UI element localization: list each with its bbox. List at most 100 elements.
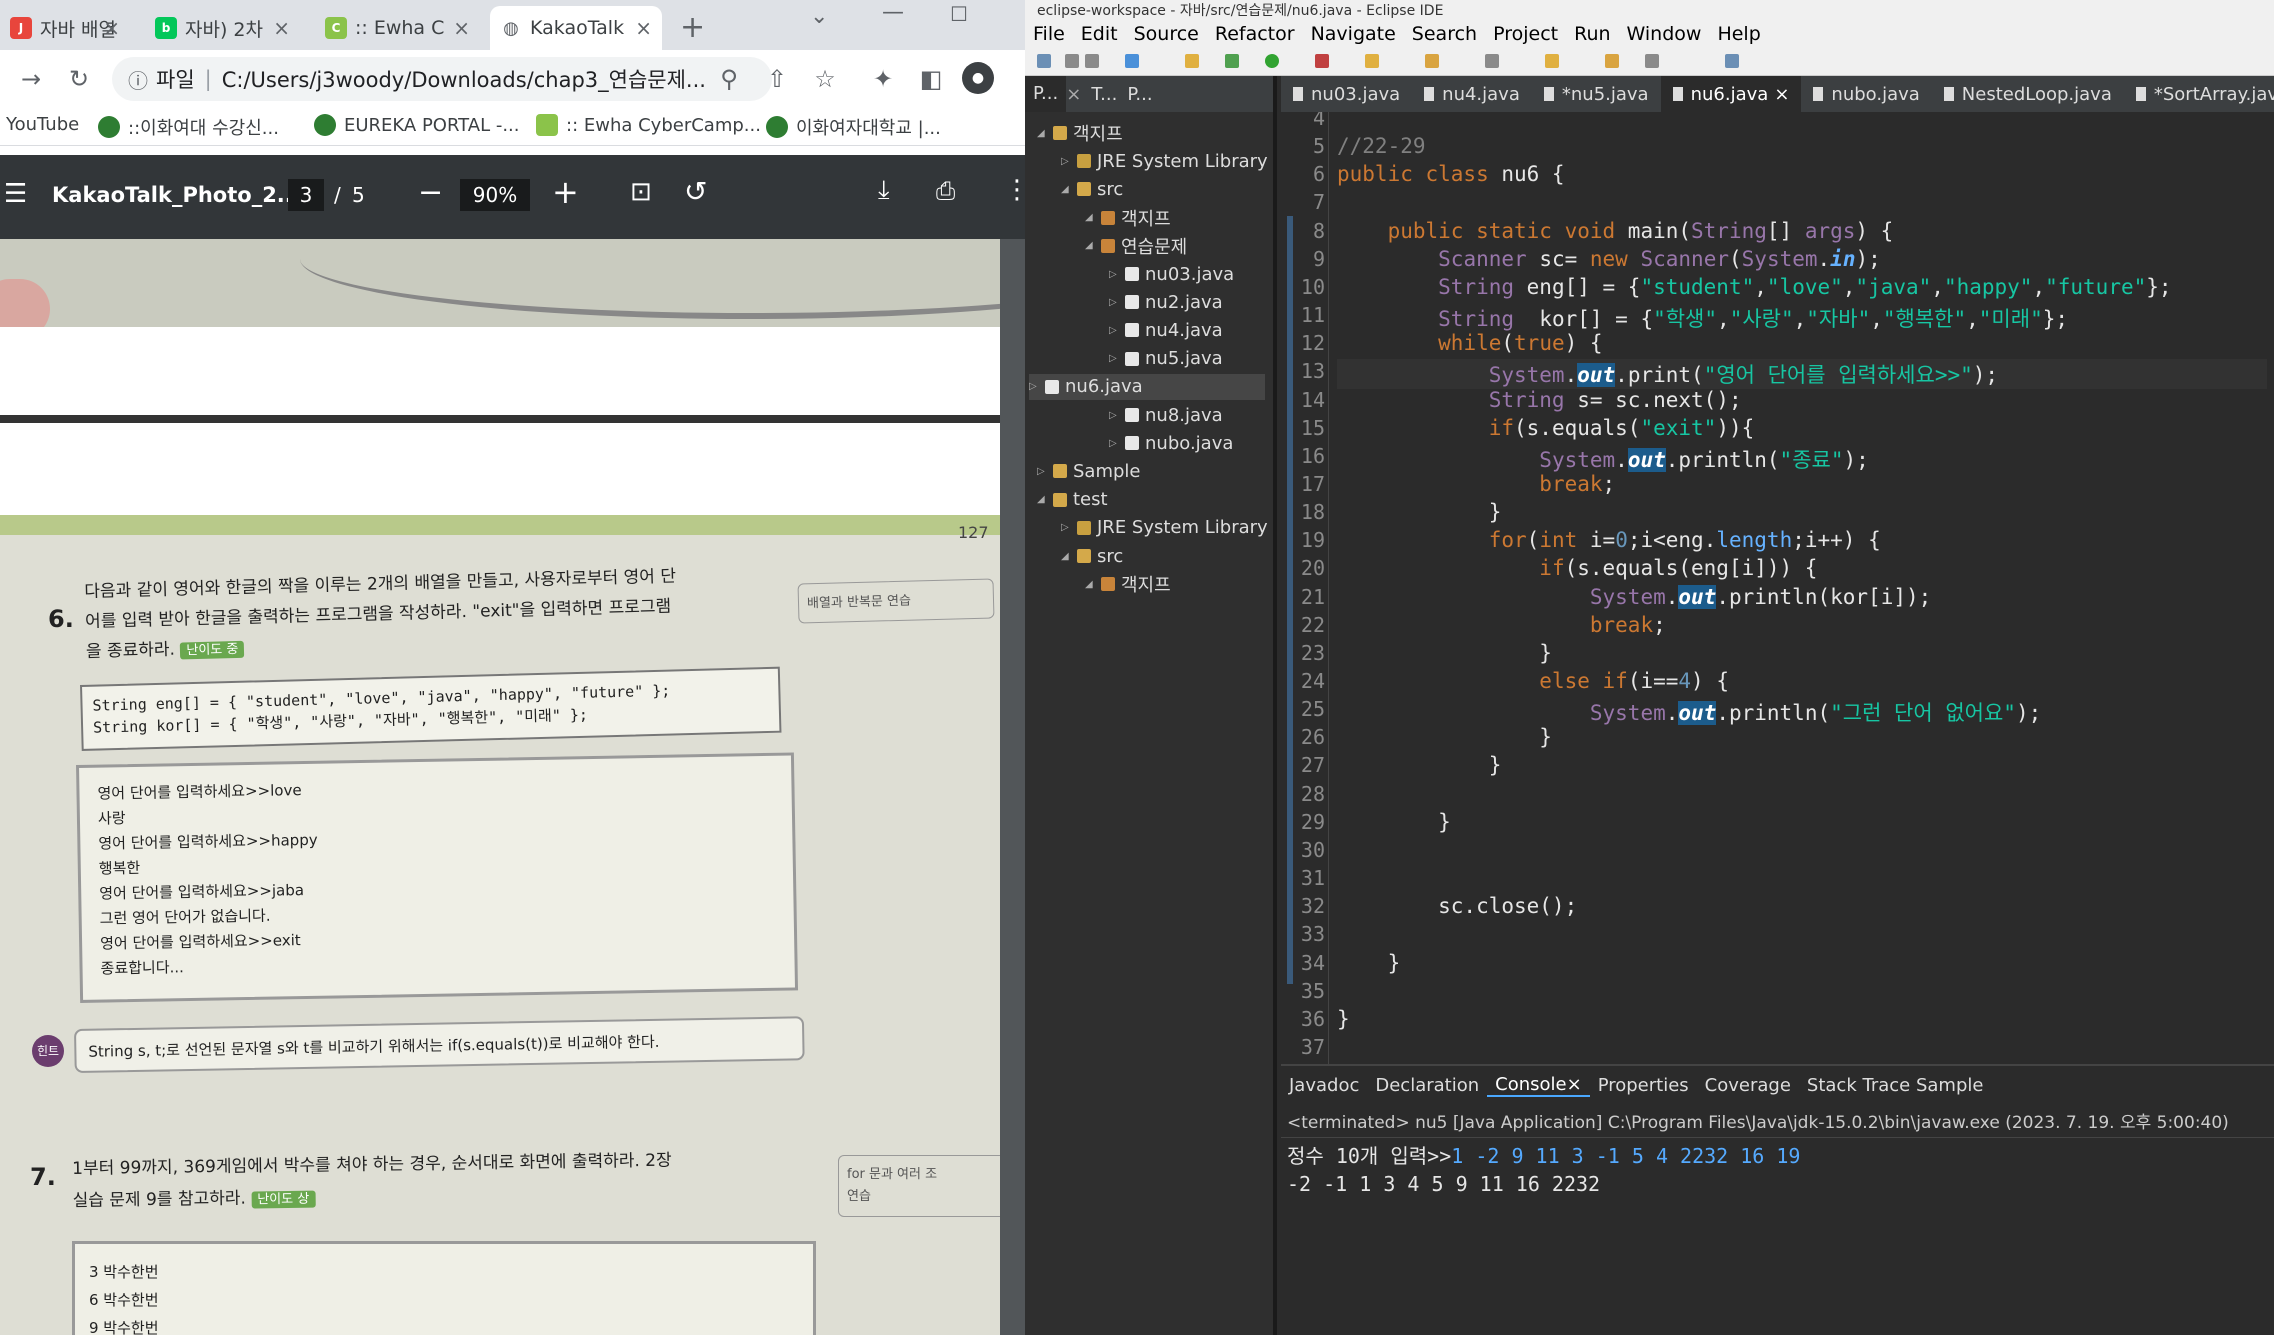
tree-item[interactable]: ▷ JRE System Library [jdk-15.0.2] [1061,515,1273,541]
browser-tab[interactable]: C :: Ewha C × [315,6,480,50]
code-line[interactable]: public static void main(String[] args) { [1337,219,1894,243]
expand-icon[interactable]: ▷ [1037,466,1047,477]
save-all-icon[interactable] [1085,54,1099,68]
expand-icon[interactable]: ▷ [1109,438,1119,449]
tree-item[interactable]: ▷ nu6.java [1029,373,1265,400]
zoom-input[interactable]: 90% [460,179,530,211]
chevron-down-icon[interactable]: ⌄ [810,4,828,29]
tab-project-explorer[interactable]: P... [1127,84,1152,105]
code-line[interactable]: if(s.equals(eng[i])) { [1337,556,1817,580]
code-line[interactable]: if(s.equals("exit")){ [1337,416,1755,440]
menu-edit[interactable]: Edit [1081,23,1118,45]
back-arrow-icon[interactable]: → [14,62,48,96]
tree-item[interactable]: ▷ nu5.java [1109,346,1223,372]
close-icon[interactable]: × [273,16,290,40]
extensions-icon[interactable]: ✦ [866,62,900,96]
star-icon[interactable]: ☆ [808,62,842,96]
zoom-out-button[interactable]: − [418,175,443,210]
page-input[interactable]: 3 [288,179,324,211]
code-editor[interactable]: 4 5 6 7 8 9 10 11 12 13 14 15 16 17 18 19 20 21 22 23 24 25 26… [1281,112,2274,1064]
profile-avatar[interactable]: ● [962,62,994,94]
reload-icon[interactable]: ↻ [62,62,96,96]
expand-icon[interactable]: ◢ [1037,494,1047,505]
editor-tab[interactable]: *SortArray.java [2124,76,2274,112]
code-line[interactable]: } [1337,500,1502,524]
editor-tab[interactable]: nu4.java [1412,76,1532,112]
browser-tab[interactable]: b 자바) 2차 × [145,6,300,50]
tree-item[interactable]: ◢ 객지프 [1085,205,1171,231]
forward-icon[interactable] [1645,54,1659,68]
tab-package-explorer[interactable]: P... [1025,76,1067,112]
code-line[interactable]: public class nu6 { [1337,162,1565,186]
search-icon[interactable] [1485,54,1499,68]
tree-item[interactable]: ◢ 연습문제 [1085,233,1187,259]
fit-page-icon[interactable]: ⊡ [630,177,652,207]
bookmark-ewha-course[interactable]: ::이화여대 수강신... [98,114,279,140]
close-icon[interactable]: × [1567,1074,1582,1095]
annotation-icon[interactable] [1545,54,1559,68]
expand-icon[interactable]: ◢ [1085,212,1095,223]
code-line[interactable]: System.out.println("종료"); [1337,444,1869,474]
menu-run[interactable]: Run [1574,23,1610,45]
code-line[interactable]: for(int i=0;i<eng.length;i++) { [1337,528,1881,552]
menu-window[interactable]: Window [1627,23,1702,45]
minimize-icon[interactable]: — [882,0,904,25]
tree-item[interactable]: ◢ 객지프 [1085,571,1171,597]
download-icon[interactable]: ⤓ [878,175,890,206]
more-options-icon[interactable]: ⋮ [1004,175,1025,205]
code-line[interactable]: while(true) { [1337,331,1602,355]
run-icon[interactable] [1265,54,1279,68]
code-line[interactable]: String eng[] = {"student","love","java",… [1337,275,2171,299]
browser-tab[interactable]: J 자바 배열 × [0,6,130,50]
share-icon[interactable]: ⇧ [760,62,794,96]
bookmark-cybercampus[interactable]: :: Ewha CyberCamp... [536,114,761,136]
console-output[interactable]: 정수 10개 입력>>1 -2 9 11 3 -1 5 4 2232 16 19… [1281,1138,2274,1202]
back-icon[interactable] [1605,54,1619,68]
tree-item[interactable]: ◢ src [1061,176,1123,202]
tree-item[interactable]: ▷ nu8.java [1109,402,1223,428]
zoom-in-button[interactable]: + [552,173,579,211]
menu-icon[interactable]: ☰ [4,179,27,209]
edit-icon[interactable] [1185,54,1199,68]
tree-item[interactable]: ▷ nu4.java [1109,317,1223,343]
browser-tab-active[interactable]: ◍ KakaoTalk × [490,6,662,50]
save-icon[interactable] [1065,54,1079,68]
close-icon[interactable]: × [1066,84,1081,105]
code-line[interactable]: System.out.println(kor[i]); [1337,584,1931,609]
code-line[interactable]: } [1337,725,1552,749]
tab-properties[interactable]: Properties [1590,1075,1697,1096]
new-class-icon[interactable] [1365,54,1379,68]
external-tools-icon[interactable] [1315,54,1329,68]
tree-item[interactable]: ▷ JRE System Library [jdk-15.0.2] [1061,148,1273,174]
tab-stack-trace-sample[interactable]: Stack Trace Sample [1799,1075,1992,1096]
editor-tab[interactable]: nu03.java [1281,76,1412,112]
open-type-icon[interactable] [1425,54,1439,68]
tree-item[interactable]: ▷ nubo.java [1109,430,1233,456]
expand-icon[interactable]: ◢ [1061,184,1071,195]
rotate-icon[interactable]: ↺ [684,175,707,208]
code-line[interactable]: System.out.print("영어 단어를 입력하세요>>"); [1337,359,2267,390]
tree-item[interactable]: ▷ Sample [1037,458,1141,484]
link-icon[interactable] [1125,54,1139,68]
menu-navigate[interactable]: Navigate [1311,23,1396,45]
tree-item[interactable]: ▷ nu03.java [1109,261,1234,287]
expand-icon[interactable]: ▷ [1061,522,1071,533]
code-line[interactable]: } [1337,641,1552,665]
expand-icon[interactable]: ▷ [1061,156,1071,167]
code-line[interactable]: break; [1337,472,1615,496]
code-line[interactable]: sc.close(); [1337,894,1577,918]
expand-icon[interactable]: ◢ [1061,551,1071,562]
menu-project[interactable]: Project [1493,23,1558,45]
menu-file[interactable]: File [1033,23,1065,45]
tab-declaration[interactable]: Declaration [1367,1075,1487,1096]
menu-refactor[interactable]: Refactor [1215,23,1295,45]
tab-type-hierarchy[interactable]: T... [1091,84,1117,105]
code-line[interactable]: String s= sc.next(); [1337,388,1742,412]
code-line[interactable]: break; [1337,613,1666,637]
expand-icon[interactable]: ▷ [1109,410,1119,421]
expand-icon[interactable]: ▷ [1109,297,1119,308]
tree-item[interactable]: ▷ nu2.java [1109,289,1223,315]
code-line[interactable]: Scanner sc= new Scanner(System.in); [1337,247,1881,271]
zoom-icon[interactable]: ⚲ [712,62,746,96]
close-icon[interactable]: × [103,16,120,40]
